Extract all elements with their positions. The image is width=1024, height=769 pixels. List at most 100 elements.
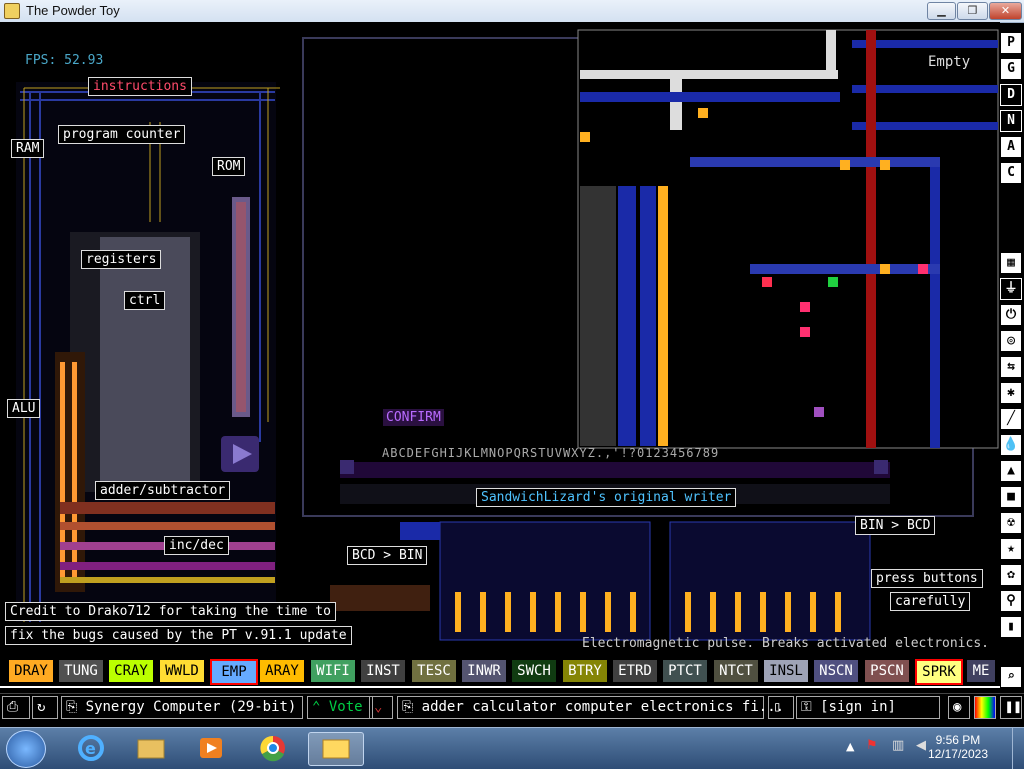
- category-explosives-icon[interactable]: ✱: [1000, 382, 1022, 404]
- element-button-sprk[interactable]: SPRK: [915, 659, 963, 685]
- element-button-ntct[interactable]: NTCT: [713, 659, 759, 683]
- sidebar-c-button[interactable]: C: [1000, 162, 1022, 184]
- fps-counter: FPS: 52.93: [25, 53, 104, 68]
- vote-up-button[interactable]: ⌃ Vote: [307, 696, 373, 719]
- element-button-ptct[interactable]: PTCT: [662, 659, 708, 683]
- svg-text:e: e: [85, 739, 96, 758]
- clear-sim-icon[interactable]: ▯: [768, 696, 794, 719]
- sign-in-label: [sign in]: [820, 699, 896, 715]
- maximize-button[interactable]: ❐: [957, 2, 988, 20]
- element-button-emp[interactable]: EMP: [210, 659, 258, 685]
- save-name-button[interactable]: ⎘ Synergy Computer (29-bit): [61, 696, 303, 719]
- vote-label: Vote: [328, 699, 363, 715]
- element-button-tesc[interactable]: TESC: [411, 659, 457, 683]
- tray-flag-icon[interactable]: ⚑: [866, 738, 878, 753]
- pause-toggle-icon[interactable]: ❚❚: [1000, 696, 1022, 719]
- category-solids-icon[interactable]: ■: [1000, 486, 1022, 508]
- label-credit-line2: fix the bugs caused by the PT v.91.1 upd…: [5, 626, 352, 645]
- tray-volume-icon[interactable]: ◀: [916, 738, 926, 753]
- label-adder-subtractor: adder/subtractor: [95, 481, 231, 500]
- bottom-status-bar: ⎙ ↻ ⎘ Synergy Computer (29-bit) ⌃ Vote ⌄…: [0, 693, 1024, 721]
- element-button-aray[interactable]: ARAY: [259, 659, 305, 683]
- category-force-icon[interactable]: ⇆: [1000, 356, 1022, 378]
- start-button[interactable]: [6, 730, 46, 768]
- label-ram: RAM: [11, 139, 45, 158]
- element-button-swch[interactable]: SWCH: [511, 659, 557, 683]
- thumb-up-icon: ⌃: [312, 699, 329, 715]
- powder-toy-taskbar-icon[interactable]: [308, 732, 364, 766]
- tray-network-icon[interactable]: ▥: [892, 738, 904, 753]
- category-walls-icon[interactable]: ▦: [1000, 252, 1022, 274]
- category-liquids-icon[interactable]: 💧: [1000, 434, 1022, 456]
- search-icon[interactable]: ⌕: [1000, 666, 1022, 688]
- element-button-wifi[interactable]: WIFI: [310, 659, 356, 683]
- right-toolbar: P G D N A C ▦ ⏚ ⏻ ◎ ⇆ ✱ ╱ 💧 ▲ ■ ☢ ★ ✿ ⚲ …: [1000, 30, 1024, 725]
- tags-label: adder calculator computer electronics fi…: [421, 699, 785, 715]
- element-button-etrd[interactable]: ETRD: [612, 659, 658, 683]
- category-special-icon[interactable]: ★: [1000, 538, 1022, 560]
- media-player-icon[interactable]: [184, 732, 238, 764]
- label-credit-line1: Credit to Drako712 for taking the time t…: [5, 602, 336, 621]
- minimize-button[interactable]: ▁: [927, 2, 956, 20]
- label-inc-dec: inc/dec: [164, 536, 229, 555]
- element-button-insl[interactable]: INSL: [763, 659, 809, 683]
- clock-time: 9:56 PM: [935, 733, 981, 747]
- element-button-dray[interactable]: DRAY: [8, 659, 54, 683]
- element-button-me[interactable]: ME: [966, 659, 996, 683]
- open-save-icon[interactable]: ⎙: [2, 696, 30, 719]
- element-button-nscn[interactable]: NSCN: [813, 659, 859, 683]
- taskbar-clock[interactable]: 9:56 PM 12/17/2023: [928, 733, 988, 761]
- category-gases-icon[interactable]: ╱: [1000, 408, 1022, 430]
- category-powders-icon[interactable]: ▲: [1000, 460, 1022, 482]
- category-sensors-icon[interactable]: ◎: [1000, 330, 1022, 352]
- tag-icon: ⎘: [402, 699, 422, 715]
- label-alu: ALU: [7, 399, 41, 418]
- tags-button[interactable]: ⎘ adder calculator computer electronics …: [397, 696, 784, 719]
- confirm-button[interactable]: CONFIRM: [383, 409, 444, 426]
- settings-icon[interactable]: ◉: [948, 696, 970, 719]
- element-scrollbar[interactable]: [0, 686, 1000, 688]
- sidebar-gravity-button[interactable]: G: [1000, 58, 1022, 80]
- sidebar-pressure-button[interactable]: P: [1000, 32, 1022, 54]
- category-powered-icon[interactable]: ⏻: [1000, 304, 1022, 326]
- sidebar-d-button[interactable]: D: [1000, 84, 1022, 106]
- window-title-bar: The Powder Toy ▁ ❐ ✕: [0, 0, 1024, 23]
- element-button-pscn[interactable]: PSCN: [864, 659, 910, 683]
- label-instructions: instructions: [88, 77, 192, 96]
- file-explorer-icon[interactable]: [124, 732, 178, 764]
- chrome-icon[interactable]: [246, 732, 300, 764]
- category-tools-icon[interactable]: ⚲: [1000, 590, 1022, 612]
- sidebar-a-button[interactable]: A: [1000, 136, 1022, 158]
- close-button[interactable]: ✕: [989, 2, 1022, 20]
- renderer-options-icon[interactable]: [974, 696, 996, 719]
- window-title: The Powder Toy: [26, 3, 120, 18]
- category-electronics-icon[interactable]: ⏚: [1000, 278, 1022, 300]
- sign-in-button[interactable]: ⚿ [sign in]: [796, 696, 940, 719]
- vote-down-button[interactable]: ⌄: [369, 696, 393, 719]
- category-radioactive-icon[interactable]: ☢: [1000, 512, 1022, 534]
- label-carefully: carefully: [890, 592, 971, 611]
- element-button-inst[interactable]: INST: [360, 659, 406, 683]
- element-bar: DRAY TUNG CRAY WWLD EMP ARAY WIFI INST TESC INWR S…: [0, 656, 1000, 685]
- label-bin-to-bcd: BIN > BCD: [855, 516, 936, 535]
- element-button-wwld[interactable]: WWLD: [159, 659, 205, 683]
- show-desktop-button[interactable]: [1012, 728, 1024, 769]
- windows-taskbar: e ▲ ⚑ ▥ ◀ 9:56 PM 12/17/2023: [0, 727, 1024, 769]
- label-ctrl: ctrl: [124, 291, 166, 310]
- alphabet-keys[interactable]: ABCDEFGHIJKLMNOPQRSTUVWXYZ.,'!?012345678…: [382, 446, 719, 460]
- element-button-btry[interactable]: BTRY: [562, 659, 608, 683]
- clock-date: 12/17/2023: [927, 747, 988, 761]
- element-button-tung[interactable]: TUNG: [58, 659, 104, 683]
- simulation-canvas[interactable]: FPS: 52.93 instructions program counter …: [0, 22, 1000, 655]
- sidebar-n-button[interactable]: N: [1000, 110, 1022, 132]
- save-name-label: Synergy Computer (29-bit): [85, 699, 297, 715]
- hover-element-readout: Empty: [928, 54, 971, 70]
- tray-show-hidden-icon[interactable]: ▲: [846, 740, 854, 753]
- element-button-inwr[interactable]: INWR: [461, 659, 507, 683]
- reload-icon[interactable]: ↻: [32, 696, 58, 719]
- category-life-icon[interactable]: ✿: [1000, 564, 1022, 586]
- internet-explorer-icon[interactable]: e: [64, 732, 118, 764]
- category-favorites-icon[interactable]: ▮: [1000, 616, 1022, 638]
- key-icon: ⚿: [801, 699, 821, 715]
- element-button-cray[interactable]: CRAY: [108, 659, 154, 683]
